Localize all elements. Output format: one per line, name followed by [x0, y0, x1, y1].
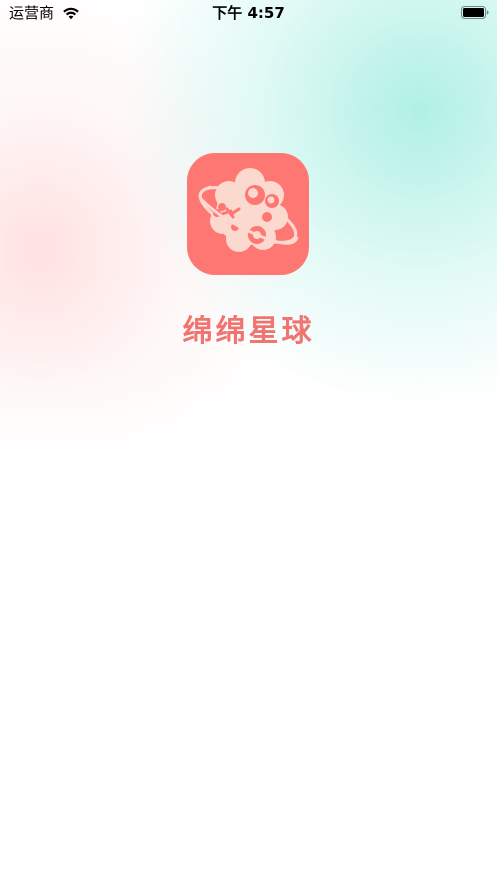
status-bar: 运营商 下午 4:57 [0, 0, 497, 26]
status-time: 下午 4:57 [212, 4, 285, 22]
splash-screen: 运营商 下午 4:57 绵绵星球 [0, 0, 497, 883]
planet-logo-icon [187, 153, 309, 275]
battery-full-icon [461, 6, 489, 19]
app-name-title: 绵绵星球 [182, 314, 315, 349]
background-fade [0, 0, 497, 883]
